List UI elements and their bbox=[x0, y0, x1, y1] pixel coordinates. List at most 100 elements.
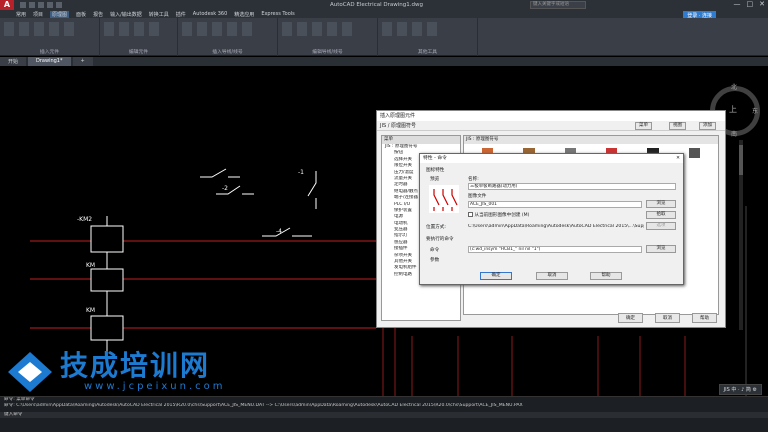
ribbon-tab[interactable]: 转换工具 bbox=[149, 11, 169, 18]
contact-symbol bbox=[307, 171, 317, 209]
ok-button[interactable]: 确定 bbox=[480, 272, 512, 280]
scroll-thumb[interactable] bbox=[739, 145, 743, 175]
ladder-icon[interactable] bbox=[212, 22, 222, 36]
options-button[interactable]: 选项 bbox=[646, 222, 676, 230]
compass-north[interactable]: 北 bbox=[731, 82, 737, 91]
tab-start[interactable]: 开始 bbox=[0, 57, 27, 66]
image-file-field[interactable]: ACE_JIS_001 bbox=[468, 201, 642, 208]
tree-header: 菜单 bbox=[382, 136, 460, 144]
compass-south[interactable]: 南 bbox=[731, 129, 737, 138]
create-from-drawing-checkbox[interactable]: 从当前图形图像中创建 (M) bbox=[468, 212, 529, 218]
subdialog-title: 特性 - 命令 ✕ bbox=[420, 154, 683, 163]
ribbon-tab[interactable]: 插件 bbox=[176, 11, 186, 18]
toggle-icon[interactable] bbox=[427, 22, 437, 36]
ribbon-tab[interactable]: Express Tools bbox=[261, 11, 294, 17]
ribbon-tab-active[interactable]: 原理图 bbox=[50, 10, 70, 18]
vertical-scrollbar[interactable] bbox=[739, 140, 743, 330]
close-button[interactable]: ✕ bbox=[759, 0, 765, 8]
dialog-title: 插入原理图元件 bbox=[377, 111, 725, 121]
watermark-text: 技成培训网 bbox=[60, 349, 211, 382]
save-icon[interactable] bbox=[38, 2, 44, 8]
ribbon-tab[interactable]: 面板 bbox=[76, 11, 86, 18]
checkbox-icon[interactable] bbox=[468, 212, 473, 217]
wire-type-icon[interactable] bbox=[327, 22, 337, 36]
ribbon-group-label[interactable]: 其他工具 bbox=[378, 48, 477, 55]
new-tab-button[interactable]: + bbox=[72, 57, 93, 66]
app-logo[interactable]: A bbox=[0, 0, 14, 10]
undo-icon[interactable] bbox=[47, 2, 53, 8]
label-km: KM bbox=[86, 262, 96, 269]
maximize-button[interactable]: □ bbox=[747, 0, 754, 8]
open-icon[interactable] bbox=[29, 2, 35, 8]
tool-icon[interactable] bbox=[382, 22, 392, 36]
name-field[interactable]: 三极单极断路器(动力用) bbox=[468, 183, 676, 190]
status-toolbar[interactable]: JIS 中 · ♪ 简 ⚙ bbox=[718, 384, 762, 395]
ribbon-group-label[interactable]: 编辑元件 bbox=[100, 48, 177, 55]
icon-menu-icon[interactable] bbox=[64, 22, 74, 36]
window-title: AutoCAD Electrical Drawing1.dwg bbox=[330, 2, 423, 8]
ribbon-group-label[interactable]: 插入导线/线号 bbox=[178, 48, 277, 55]
pick-button[interactable]: 拾取 bbox=[646, 211, 676, 219]
ribbon-tab[interactable]: 输入/输出数据 bbox=[110, 11, 142, 18]
command-field[interactable]: (c:wd_insym "HCB1_" nil nil "1") bbox=[468, 246, 642, 253]
ribbon-tab[interactable]: 精选应用 bbox=[234, 11, 254, 18]
swap-icon[interactable] bbox=[412, 22, 422, 36]
close-icon[interactable]: ✕ bbox=[676, 154, 680, 163]
help-button[interactable]: 帮助 bbox=[590, 272, 622, 280]
coil-symbol bbox=[90, 225, 124, 253]
ribbon-tab[interactable]: 项目 bbox=[33, 11, 43, 18]
browse-command-button[interactable]: 浏览 bbox=[646, 245, 676, 253]
properties-command-dialog: 特性 - 命令 ✕ 图标特性 预览 名称: 三极单极断路器(动力用) 图像文件 … bbox=[419, 153, 684, 285]
ribbon-tab[interactable]: Autodesk 360 bbox=[193, 11, 228, 17]
tab-drawing1[interactable]: Drawing1* bbox=[28, 57, 71, 66]
view-button[interactable]: 视图 bbox=[669, 122, 686, 130]
fan-icon[interactable] bbox=[342, 22, 352, 36]
scoot-icon[interactable] bbox=[149, 22, 159, 36]
catalog-icon[interactable] bbox=[34, 22, 44, 36]
source-arrow-icon[interactable] bbox=[242, 22, 252, 36]
audit-icon[interactable] bbox=[397, 22, 407, 36]
preview-image bbox=[429, 185, 459, 213]
ribbon-group-insert-wire: 插入导线/线号 bbox=[178, 18, 278, 56]
menu-button[interactable]: 菜单 bbox=[635, 122, 652, 130]
search-input[interactable]: 键入关键字或短语 bbox=[530, 1, 586, 9]
command-input[interactable]: 键入命令 bbox=[0, 412, 768, 418]
insert-icon[interactable] bbox=[19, 22, 29, 36]
multi-icon[interactable] bbox=[49, 22, 59, 36]
ok-button[interactable]: 确定 bbox=[618, 313, 643, 323]
ribbon-group-label[interactable]: 编辑导线/线号 bbox=[278, 48, 377, 55]
redo-icon[interactable] bbox=[56, 2, 62, 8]
watermark-url: www.jcpeixun.com bbox=[84, 381, 226, 392]
cross-ref-icon[interactable] bbox=[227, 22, 237, 36]
ribbon-group-label[interactable]: 插入元件 bbox=[0, 48, 99, 55]
command-section-label: 要执行的命令 bbox=[426, 237, 454, 242]
dialog-footer: 确定 取消 帮助 bbox=[618, 313, 717, 323]
image-file-label: 图像文件 bbox=[468, 194, 487, 199]
ribbon-tab[interactable]: 报告 bbox=[93, 11, 103, 18]
gap-icon[interactable] bbox=[312, 22, 322, 36]
compass-top[interactable]: 上 bbox=[729, 104, 737, 115]
copy-icon[interactable] bbox=[134, 22, 144, 36]
ribbon-tab[interactable]: 常用 bbox=[16, 11, 26, 18]
help-button[interactable]: 帮助 bbox=[692, 313, 717, 323]
minimize-button[interactable]: — bbox=[734, 0, 741, 8]
browse-image-button[interactable]: 浏览 bbox=[646, 200, 676, 208]
label-km2: -KM2 bbox=[77, 216, 93, 223]
command-history-line: 命令: C:\Users\admin\AppData\Roaming\Autod… bbox=[4, 403, 523, 408]
delete-icon[interactable] bbox=[119, 22, 129, 36]
cancel-button[interactable]: 取消 bbox=[536, 272, 568, 280]
ribbon-group-other-tools: 其他工具 bbox=[378, 18, 478, 56]
add-button[interactable]: 添加 bbox=[699, 122, 716, 130]
wire-number-icon[interactable] bbox=[197, 22, 207, 36]
wire-icon[interactable] bbox=[182, 22, 192, 36]
insert-component-icon[interactable] bbox=[4, 22, 14, 36]
compass-east[interactable]: 东 bbox=[752, 106, 758, 115]
title-bar: A AutoCAD Electrical Drawing1.dwg 键入关键字或… bbox=[0, 0, 768, 10]
edit-component-icon[interactable] bbox=[104, 22, 114, 36]
trim-wire-icon[interactable] bbox=[282, 22, 292, 36]
window-controls: — □ ✕ bbox=[734, 0, 766, 8]
new-icon[interactable] bbox=[20, 2, 26, 8]
stretch-wire-icon[interactable] bbox=[297, 22, 307, 36]
component-thumb-icon[interactable] bbox=[688, 148, 700, 158]
cancel-button[interactable]: 取消 bbox=[655, 313, 680, 323]
